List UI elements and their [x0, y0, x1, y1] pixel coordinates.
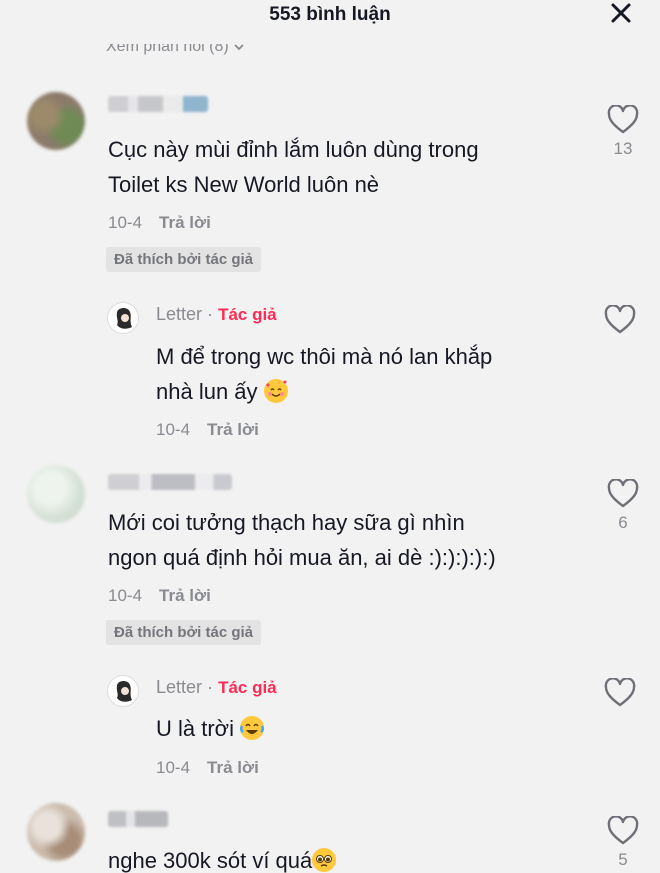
comment-text: U là trời — [156, 711, 265, 746]
comment-text: nghe 300k sót ví quá — [108, 843, 337, 873]
heart-icon — [604, 305, 636, 334]
close-button[interactable] — [606, 0, 636, 30]
like-count: 5 — [618, 850, 628, 869]
pleading-face-icon — [312, 848, 337, 872]
heart-icon — [607, 479, 639, 508]
comments-header: 553 bình luận — [0, 0, 660, 36]
username-blurred[interactable] — [108, 811, 168, 827]
comment-meta: 10-4 Trả lời — [156, 758, 259, 778]
like-count: 6 — [618, 513, 628, 532]
author-tag: Tác giả — [218, 305, 277, 324]
like-button[interactable]: 5 — [603, 816, 643, 870]
comment-text: M để trong wc thôi mà nó lan khắp nhà lu… — [156, 344, 493, 404]
heart-icon — [607, 816, 639, 845]
reply-button[interactable]: Trả lời — [207, 758, 259, 778]
author-tag: Tác giả — [218, 678, 277, 697]
face-with-tears-of-joy-icon — [240, 716, 265, 740]
liked-by-creator-badge: Đã thích bởi tác giả — [106, 620, 262, 645]
like-button[interactable] — [600, 678, 640, 708]
close-icon — [611, 3, 631, 23]
liked-by-creator-badge: Đã thích bởi tác giả — [106, 247, 262, 272]
comment-meta: 10-4 Trả lời — [108, 213, 211, 233]
avatar[interactable] — [27, 465, 85, 523]
author-username-line: Letter · Tác giả — [156, 304, 277, 324]
smiling-face-with-hearts-icon — [263, 379, 288, 403]
comment-date: 10-4 — [108, 586, 143, 605]
comment-date: 10-4 — [108, 213, 143, 232]
comment-date: 10-4 — [156, 758, 191, 777]
reply-button[interactable]: Trả lời — [207, 420, 259, 440]
comment-meta: 10-4 Trả lời — [156, 420, 259, 440]
avatar[interactable] — [27, 92, 85, 150]
heart-icon — [607, 105, 639, 134]
comment-date: 10-4 — [156, 420, 191, 439]
comment-text: Mới coi tưởng thạch hay sữa gì nhìn ngon… — [108, 510, 496, 570]
view-replies-link[interactable]: Xem phản hồi (8) — [106, 38, 245, 56]
comment-meta: 10-4 Trả lời — [108, 586, 211, 606]
chevron-down-icon — [234, 44, 244, 51]
reply-button[interactable]: Trả lời — [159, 213, 211, 233]
username-blurred[interactable] — [108, 96, 208, 112]
view-replies-label: Xem phản hồi (8) — [106, 38, 229, 55]
avatar[interactable] — [107, 302, 139, 334]
author-username-line: Letter · Tác giả — [156, 677, 277, 697]
like-count: 13 — [613, 139, 633, 158]
comment-text: Cục này mùi đỉnh lắm luôn dùng trong Toi… — [108, 137, 479, 197]
like-button[interactable]: 13 — [603, 105, 643, 159]
heart-icon — [604, 678, 636, 707]
like-button[interactable] — [600, 305, 640, 335]
username[interactable]: Letter — [156, 677, 202, 697]
reply-button[interactable]: Trả lời — [159, 586, 211, 606]
username-blurred[interactable] — [108, 474, 232, 490]
username[interactable]: Letter — [156, 304, 202, 324]
avatar[interactable] — [27, 803, 85, 861]
avatar[interactable] — [107, 675, 139, 707]
like-button[interactable]: 6 — [603, 479, 643, 533]
comment-count-title: 553 bình luận — [269, 4, 391, 25]
